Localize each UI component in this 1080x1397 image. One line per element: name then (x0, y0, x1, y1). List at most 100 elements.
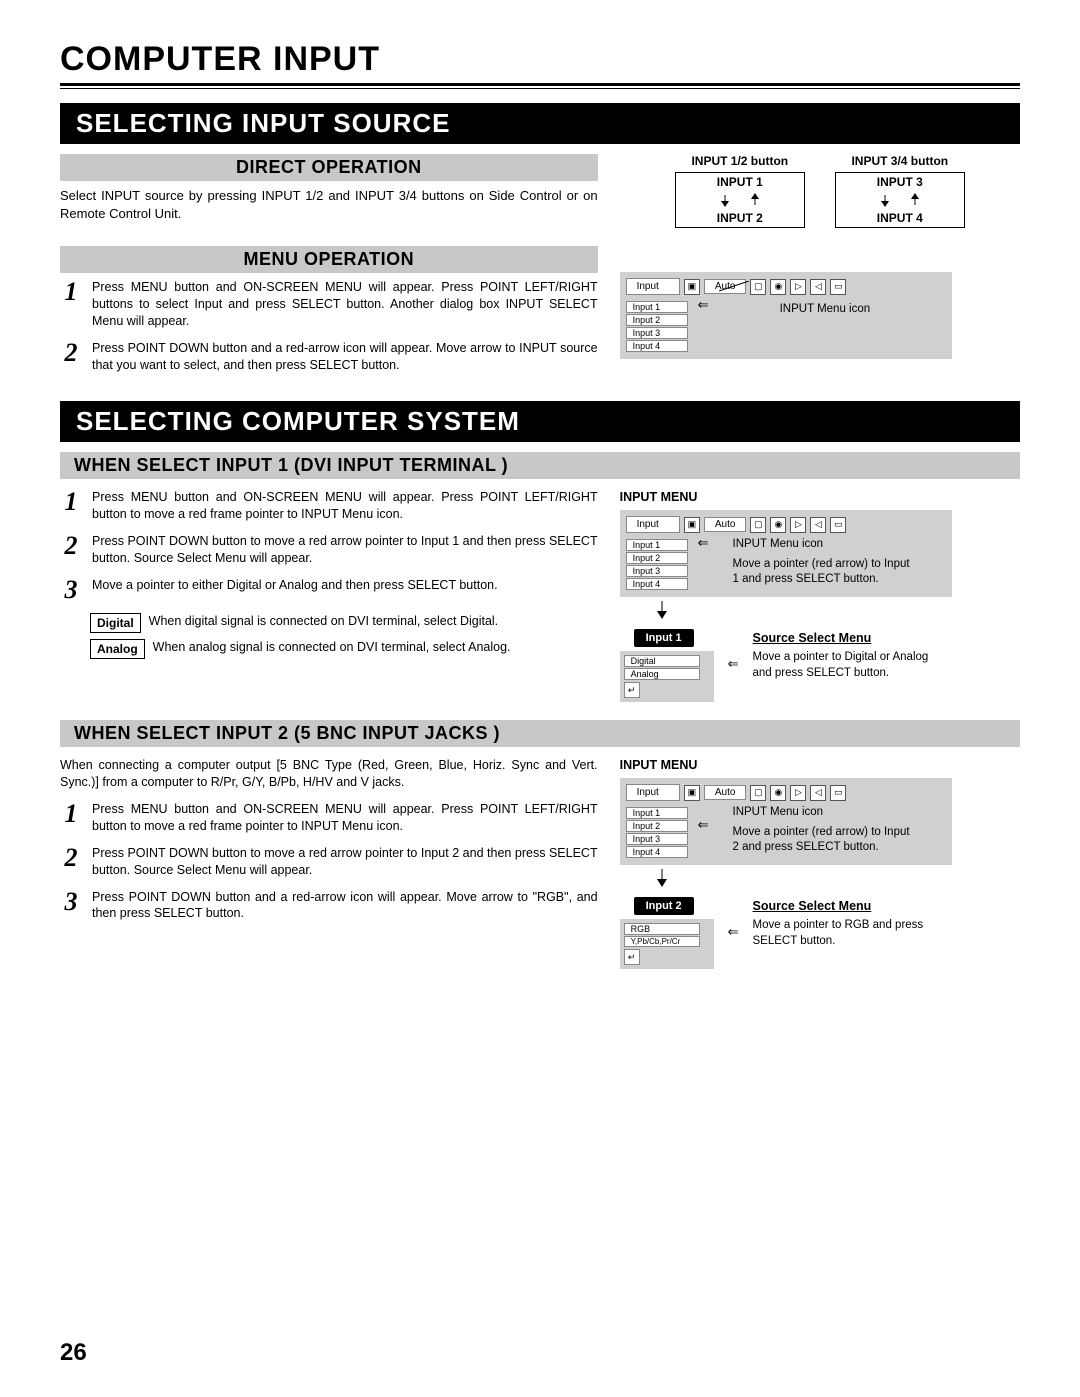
step-number: 2 (60, 340, 82, 366)
osd-item: Input 3 (626, 327, 688, 339)
input-12-button-diagram: INPUT 1/2 button INPUT 1 INPUT 2 (675, 154, 805, 228)
diagram-label: INPUT 1/2 button (675, 154, 805, 168)
label-input-menu: INPUT MENU (620, 489, 1020, 506)
osd-input-menu: Input ▣ Auto ▢ ◉ ▷ ◁ ▭ Input 1 Input 2 I… (620, 272, 952, 359)
label-input-menu: INPUT MENU (620, 757, 1020, 774)
input-icon: ▣ (684, 279, 700, 295)
label-digital: Digital (90, 613, 141, 633)
toggle-arrows-icon (700, 193, 780, 207)
pointer-arrow-icon: ⇐ (698, 535, 709, 551)
section-heading: SELECTING INPUT SOURCE (60, 103, 1020, 144)
step-number: 3 (60, 889, 82, 915)
caption: INPUT Menu icon (733, 805, 913, 821)
page-title: COMPUTER INPUT (60, 40, 1020, 79)
toggle-arrows-icon (860, 193, 940, 207)
menu-icon: ▷ (790, 517, 806, 533)
input-tab: Input 2 (634, 897, 694, 915)
osd-item: Y,Pb/Cb,Pr/Cr (624, 936, 700, 947)
osd-input-menu: Input ▣ Auto ▢ ◉ ▷ ◁ ▭ Input 1 Input 2 I… (620, 778, 952, 865)
label: INPUT 3 (840, 175, 960, 189)
menu-icon: ◉ (770, 279, 786, 295)
osd-item: Input 4 (626, 578, 688, 590)
menu-icon: ▭ (830, 517, 846, 533)
osd-item: Analog (624, 668, 700, 680)
osd-item: Input 1 (626, 807, 688, 819)
menu-icon: ◁ (810, 279, 826, 295)
osd-item: RGB (624, 923, 700, 935)
menu-icon: ◁ (810, 517, 826, 533)
input-icon: ▣ (684, 517, 700, 533)
subheading-bnc: WHEN SELECT INPUT 2 (5 BNC INPUT JACKS ) (60, 720, 1020, 747)
pointer-arrow-icon: ⇐ (698, 817, 709, 833)
step-text: Press POINT DOWN button and a red-arrow … (92, 340, 598, 374)
osd-item: Input 4 (626, 340, 688, 352)
osd-title: Input (626, 784, 680, 801)
osd-item: Input 2 (626, 820, 688, 832)
paragraph: When analog signal is connected on DVI t… (153, 639, 511, 656)
label: INPUT 4 (840, 211, 960, 225)
input-34-button-diagram: INPUT 3/4 button INPUT 3 INPUT 4 (835, 154, 965, 228)
page-number: 26 (60, 1339, 87, 1367)
label: INPUT 1 (680, 175, 800, 189)
diagram-label: INPUT 3/4 button (835, 154, 965, 168)
label: INPUT 2 (680, 211, 800, 225)
step-number: 2 (60, 533, 82, 559)
pointer-arrow-icon: ⇐ (728, 656, 739, 672)
step-text: Press POINT DOWN button and a red-arrow … (92, 889, 598, 923)
caption: INPUT Menu icon (780, 302, 871, 318)
step-number: 3 (60, 577, 82, 603)
caption: Move a pointer (red arrow) to Input 1 an… (733, 557, 913, 588)
label-analog: Analog (90, 639, 145, 659)
step-number: 1 (60, 279, 82, 305)
paragraph: Select INPUT source by pressing INPUT 1/… (60, 187, 598, 222)
step-text: Press MENU button and ON-SCREEN MENU wil… (92, 801, 598, 835)
osd-source-select: RGB Y,Pb/Cb,Pr/Cr ↵ (620, 919, 714, 969)
menu-icon: ▭ (830, 279, 846, 295)
label-source-select-menu: Source Select Menu (753, 898, 933, 915)
step-text: Press POINT DOWN button to move a red ar… (92, 533, 598, 567)
caption: Move a pointer to Digital or Analog and … (753, 650, 933, 681)
osd-item: Input 3 (626, 565, 688, 577)
osd-item: Input 4 (626, 846, 688, 858)
osd-auto: Auto (704, 785, 747, 800)
menu-icon: ▷ (790, 785, 806, 801)
menu-icon: ◉ (770, 785, 786, 801)
input-tab: Input 1 (634, 629, 694, 647)
rule-thick (60, 83, 1020, 86)
menu-icon: ▷ (790, 279, 806, 295)
step-text: Press POINT DOWN button to move a red ar… (92, 845, 598, 879)
osd-auto: Auto (704, 517, 747, 532)
osd-input-menu: Input ▣ Auto ▢ ◉ ▷ ◁ ▭ Input 1 Input 2 I… (620, 510, 952, 597)
step-number: 1 (60, 801, 82, 827)
osd-title: Input (626, 516, 680, 533)
pointer-arrow-icon: ⇐ (698, 297, 709, 313)
step-number: 1 (60, 489, 82, 515)
menu-icon: ◁ (810, 785, 826, 801)
step-text: Move a pointer to either Digital or Anal… (92, 577, 498, 594)
menu-icon: ▭ (830, 785, 846, 801)
osd-item: Digital (624, 655, 700, 667)
paragraph: When digital signal is connected on DVI … (149, 613, 498, 630)
step-text: Press MENU button and ON-SCREEN MENU wil… (92, 279, 598, 330)
step-text: Press MENU button and ON-SCREEN MENU wil… (92, 489, 598, 523)
rule-thin (60, 88, 1020, 89)
osd-item: Input 1 (626, 301, 688, 313)
caption: INPUT Menu icon (733, 537, 913, 553)
menu-icon: ◉ (770, 517, 786, 533)
menu-icon: ▢ (750, 785, 766, 801)
osd-item: Input 1 (626, 539, 688, 551)
paragraph: When connecting a computer output [5 BNC… (60, 757, 598, 791)
caption: Move a pointer (red arrow) to Input 2 an… (733, 825, 913, 856)
input-icon: ▣ (684, 785, 700, 801)
osd-item: Input 2 (626, 552, 688, 564)
menu-icon: ▢ (750, 517, 766, 533)
osd-source-select: Digital Analog ↵ (620, 651, 714, 702)
subheading-menu-operation: MENU OPERATION (60, 246, 598, 273)
section-heading: SELECTING COMPUTER SYSTEM (60, 401, 1020, 442)
pointer-arrow-icon: ⇐ (728, 924, 739, 940)
return-icon: ↵ (624, 949, 640, 965)
return-icon: ↵ (624, 682, 640, 698)
osd-title: Input (626, 278, 680, 295)
osd-item: Input 3 (626, 833, 688, 845)
subheading-direct-operation: DIRECT OPERATION (60, 154, 598, 181)
